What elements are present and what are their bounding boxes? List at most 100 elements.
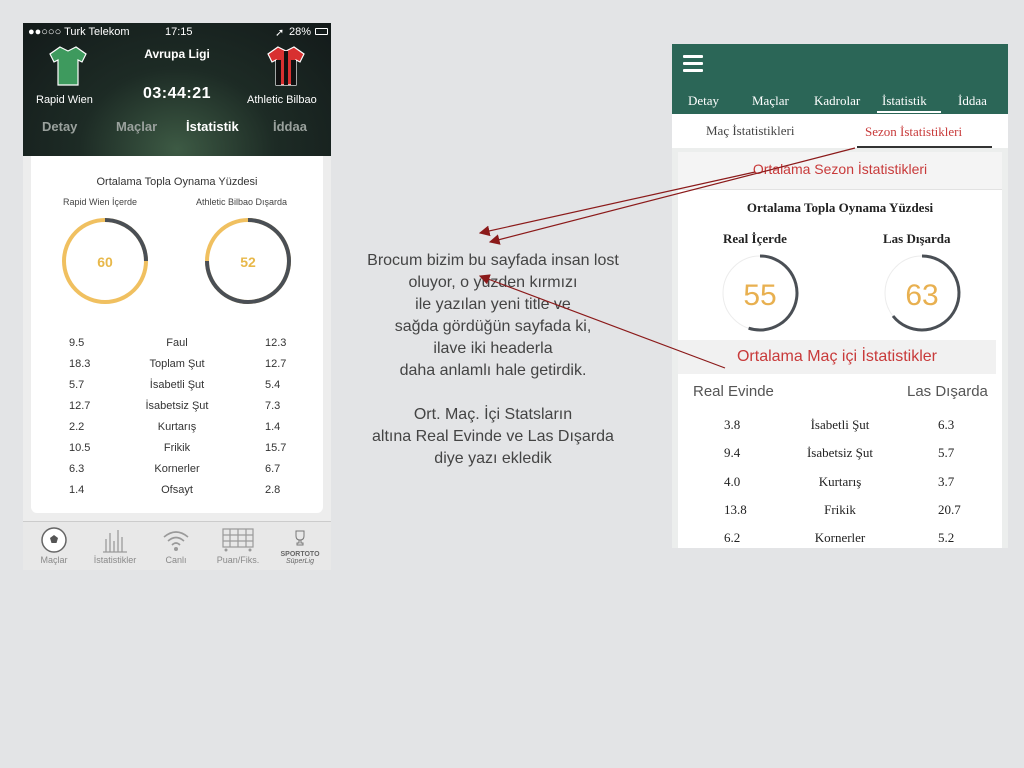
stat-away: 5.7 bbox=[938, 445, 955, 460]
stat-away: 3.7 bbox=[938, 474, 955, 489]
hamburger-menu-icon[interactable] bbox=[683, 55, 703, 76]
stat-home: 13.8 bbox=[724, 502, 747, 517]
bottom-tab-label: İstatistikler bbox=[93, 555, 137, 565]
tab-istatistik[interactable]: İstatistik bbox=[186, 119, 239, 134]
stat-away: 15.7 bbox=[265, 442, 287, 454]
stat-away: 2.8 bbox=[265, 484, 281, 496]
stat-label: Frikik bbox=[163, 442, 191, 454]
battery-icon bbox=[315, 28, 328, 35]
column-header-home: Real Evinde bbox=[693, 383, 774, 400]
away-possession-label: Athletic Bilbao Dışarda bbox=[196, 197, 288, 207]
stat-label: İsabetli Şut bbox=[810, 417, 870, 432]
tab-iddaa[interactable]: İddaa bbox=[958, 93, 987, 109]
away-possession-value: 63 bbox=[905, 279, 938, 312]
tab-maclar[interactable]: Maçlar bbox=[116, 119, 157, 134]
bottom-tab-bar: Maçlar İstatistikler Canlı Puan/Fiks. SP… bbox=[23, 521, 331, 570]
active-tab-underline bbox=[877, 111, 941, 113]
stat-label: Kurtarış bbox=[818, 474, 862, 489]
stat-home: 2.2 bbox=[69, 421, 85, 433]
column-header-away: Las Dışarda bbox=[907, 383, 988, 400]
stat-label: Toplam Şut bbox=[149, 358, 205, 370]
possession-title: Ortalama Topla Oynama Yüzdesi bbox=[96, 176, 258, 188]
stat-away: 12.7 bbox=[265, 358, 287, 370]
away-possession-ring: 63 bbox=[884, 254, 961, 332]
tab-detay[interactable]: Detay bbox=[688, 93, 719, 109]
tab-iddaa[interactable]: İddaa bbox=[273, 119, 307, 134]
stat-home: 12.7 bbox=[69, 400, 91, 412]
stat-home: 6.2 bbox=[724, 530, 741, 545]
bar-chart-icon bbox=[103, 530, 127, 553]
subtab-mac-istatistikleri[interactable]: Maç İstatistikleri bbox=[706, 123, 794, 139]
stat-row: 6.2 Kornerler 5.2 bbox=[678, 530, 1002, 548]
subtab-sezon-istatistikleri[interactable]: Sezon İstatistikleri bbox=[865, 124, 962, 140]
possession-title: Ortalama Topla Oynama Yüzdesi bbox=[746, 200, 934, 215]
main-tabs: Detay Maçlar Kadrolar İstatistik İddaa bbox=[672, 90, 1008, 114]
stat-away: 20.7 bbox=[938, 502, 961, 517]
season-stats-card: Ortalama Sezon İstatistikleri Ortalama T… bbox=[678, 152, 1002, 548]
tab-kadrolar[interactable]: Kadrolar bbox=[814, 93, 860, 109]
table-grid-icon bbox=[222, 528, 254, 552]
home-possession-value: 55 bbox=[743, 279, 776, 312]
stat-label: Kurtarış bbox=[157, 421, 197, 433]
stat-away: 12.3 bbox=[265, 337, 287, 349]
stat-label: Frikik bbox=[824, 502, 856, 517]
home-possession-value: 60 bbox=[97, 254, 113, 270]
stat-label: İsabetsiz Şut bbox=[145, 400, 209, 412]
tab-maclar[interactable]: Maçlar bbox=[752, 93, 789, 109]
stat-row: 13.8 Frikik 20.7 bbox=[678, 502, 1002, 526]
stat-away: 7.3 bbox=[265, 400, 281, 412]
bottom-tab-istatistikler[interactable]: İstatistikler bbox=[84, 525, 146, 565]
bottom-tab-puan-fiks[interactable]: Puan/Fiks. bbox=[207, 525, 269, 565]
annotation-line: altına Real Evinde ve Las Dışarda bbox=[372, 428, 614, 445]
app-header: Detay Maçlar Kadrolar İstatistik İddaa bbox=[672, 44, 1008, 114]
stat-row: 9.4 İsabetsiz Şut 5.7 bbox=[678, 445, 1002, 469]
annotation-line: Ort. Maç. İçi Statsların bbox=[413, 406, 573, 423]
annotation-line: ilave iki headerla bbox=[433, 340, 553, 357]
tab-istatistik[interactable]: İstatistik bbox=[882, 93, 927, 109]
stat-label: Kornerler bbox=[814, 530, 866, 545]
annotation-line: sağda gördüğün sayfada ki, bbox=[394, 318, 592, 335]
home-possession-label: Rapid Wien İçerde bbox=[63, 197, 138, 207]
bottom-tab-canli[interactable]: Canlı bbox=[145, 525, 207, 565]
status-time: 17:15 bbox=[165, 26, 193, 38]
bottom-tab-label: Puan/Fiks. bbox=[216, 555, 260, 565]
stat-away: 5.2 bbox=[938, 530, 955, 545]
league-name: Avrupa Ligi bbox=[144, 47, 210, 61]
stat-home: 18.3 bbox=[69, 358, 91, 370]
stat-home: 4.0 bbox=[724, 474, 741, 489]
stat-row: 9.5 Faul 12.3 bbox=[31, 337, 323, 357]
stat-label: Ofsayt bbox=[161, 484, 193, 496]
bottom-tab-maclar[interactable]: Maçlar bbox=[23, 525, 85, 565]
stat-away: 1.4 bbox=[265, 421, 281, 433]
subtabs: Maç İstatistikleri Sezon İstatistikleri bbox=[672, 114, 1008, 148]
stat-home: 3.8 bbox=[724, 417, 741, 432]
status-battery: 28% bbox=[289, 26, 312, 38]
annotation-line: oluyor, o yüzden kırmızı bbox=[408, 274, 578, 291]
sponsor-logo[interactable]: SPORTOTO SüperLig bbox=[269, 525, 331, 565]
away-possession-ring: 52 bbox=[205, 218, 291, 305]
away-possession-value: 52 bbox=[240, 254, 256, 270]
section-title-match: Ortalama Maç içi İstatistikler bbox=[678, 340, 996, 374]
location-icon: ➚ bbox=[275, 27, 285, 39]
annotation-line: ile yazılan yeni title ve bbox=[415, 296, 571, 313]
tab-detay[interactable]: Detay bbox=[42, 119, 77, 134]
wifi-live-icon bbox=[163, 531, 189, 551]
stat-label: Kornerler bbox=[154, 463, 200, 475]
left-phone-screenshot: ●●○○○ Turk Telekom 17:15 ➚ 28% Avrupa Li… bbox=[23, 23, 331, 570]
active-subtab-underline bbox=[857, 146, 992, 148]
stat-home: 1.4 bbox=[69, 484, 85, 496]
home-team-name: Rapid Wien bbox=[36, 94, 93, 106]
soccer-ball-icon bbox=[41, 527, 67, 553]
annotation-line: Brocum bizim bu sayfada insan lost bbox=[367, 252, 619, 269]
stat-row: 12.7 İsabetsiz Şut 7.3 bbox=[31, 400, 323, 420]
home-possession-ring: 60 bbox=[62, 218, 148, 304]
bottom-tab-label: Maçlar bbox=[40, 555, 68, 565]
bottom-tab-label: Canlı bbox=[165, 555, 187, 565]
stat-row: 2.2 Kurtarış 1.4 bbox=[31, 421, 323, 441]
annotation-line: daha anlamlı hale getirdik. bbox=[399, 362, 587, 379]
possession-stats-card: Ortalama Topla Oynama Yüzdesi Rapid Wien… bbox=[31, 156, 323, 513]
stat-away: 6.3 bbox=[938, 417, 955, 432]
sponsor-line2: SüperLig bbox=[285, 558, 315, 565]
stat-row: 4.0 Kurtarış 3.7 bbox=[678, 474, 1002, 498]
section-title-season: Ortalama Sezon İstatistikleri bbox=[678, 152, 1002, 190]
